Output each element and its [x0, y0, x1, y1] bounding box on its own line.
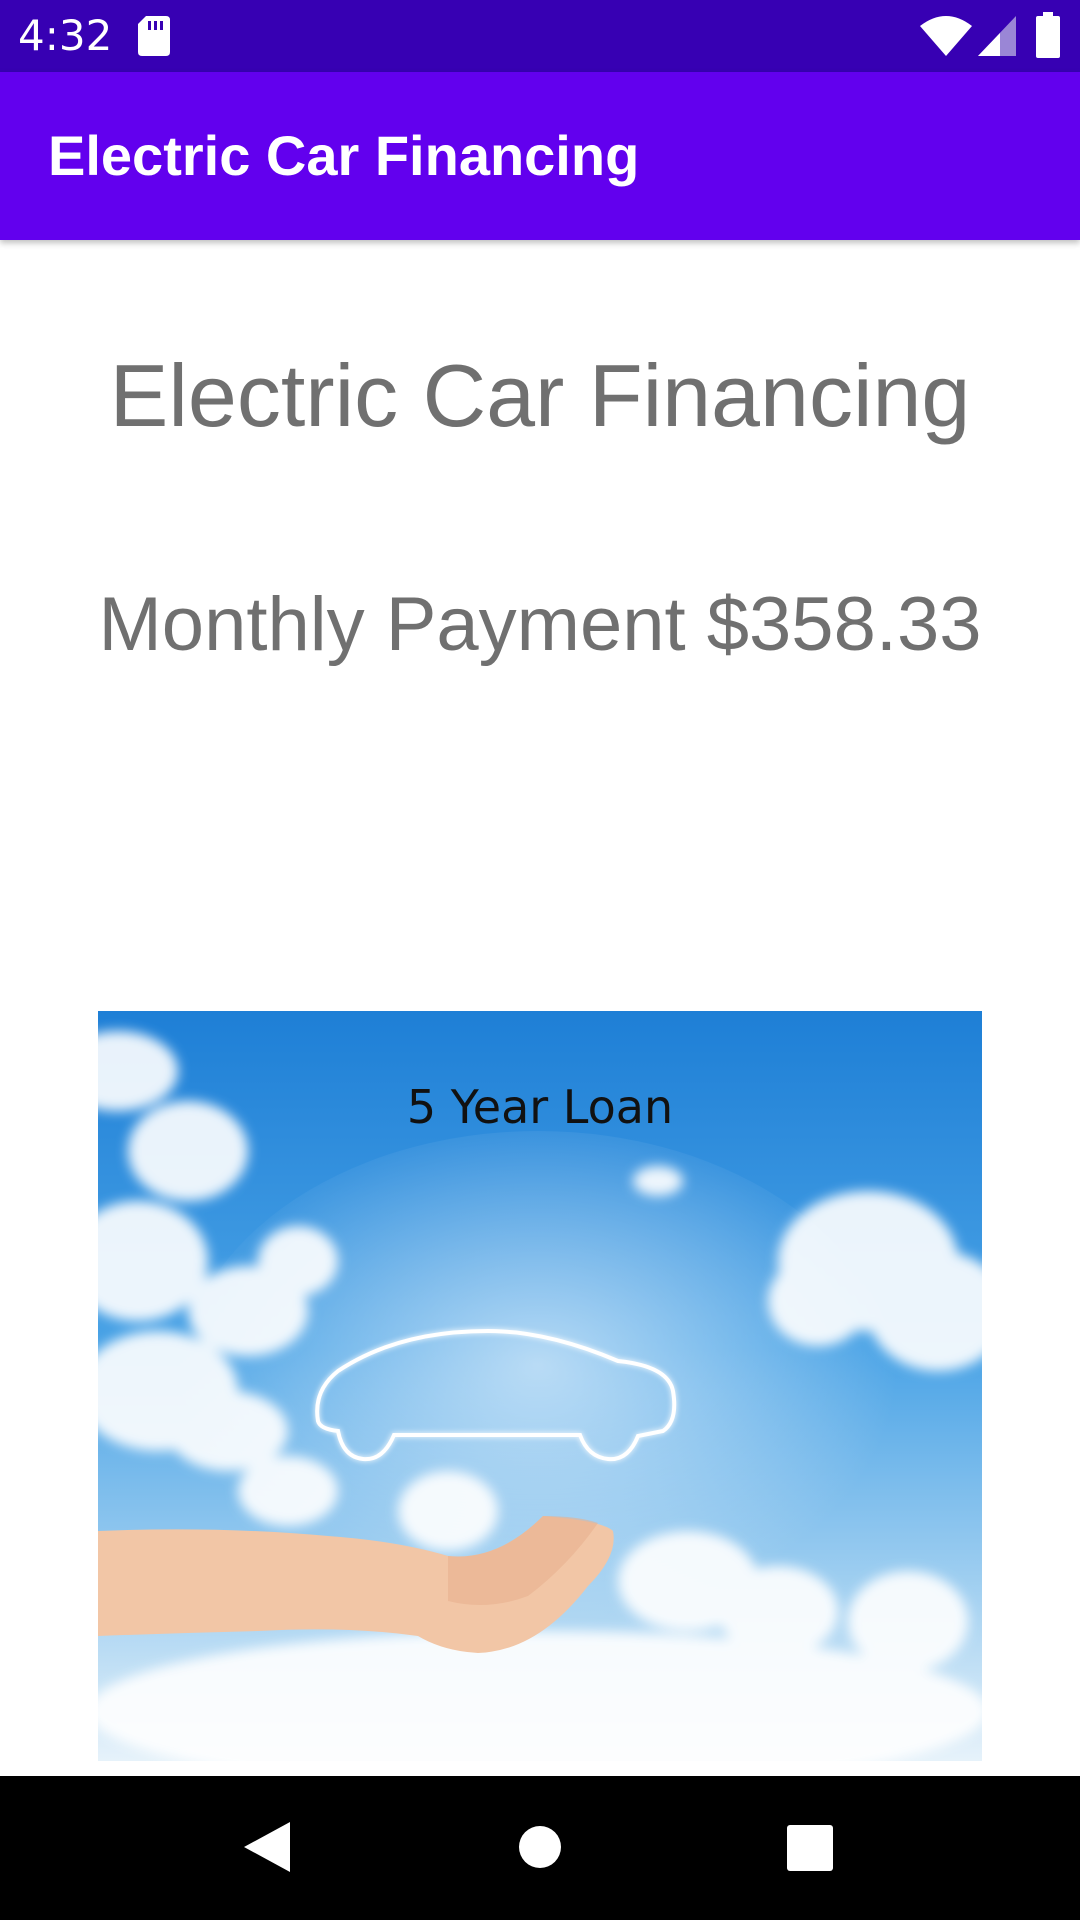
status-time: 4:32: [18, 11, 113, 60]
home-icon[interactable]: [519, 1826, 561, 1868]
wifi-icon: [920, 16, 972, 56]
page-heading: Electric Car Financing: [109, 346, 971, 445]
recents-icon[interactable]: [787, 1825, 833, 1871]
battery-icon: [1036, 12, 1060, 58]
app-bar-title: Electric Car Financing: [48, 124, 640, 187]
navigation-bar: [0, 1776, 1080, 1920]
car-loan-image: 5 Year Loan: [98, 1011, 982, 1761]
loan-caption: 5 Year Loan: [406, 1080, 674, 1134]
cell-signal-icon: [978, 16, 1016, 56]
status-bar: 4:32: [0, 0, 1080, 72]
back-icon[interactable]: [244, 1822, 290, 1872]
sd-card-icon: [138, 16, 170, 56]
monthly-payment-text: Monthly Payment $358.33: [98, 582, 982, 667]
app-bar: Electric Car Financing: [0, 72, 1080, 240]
